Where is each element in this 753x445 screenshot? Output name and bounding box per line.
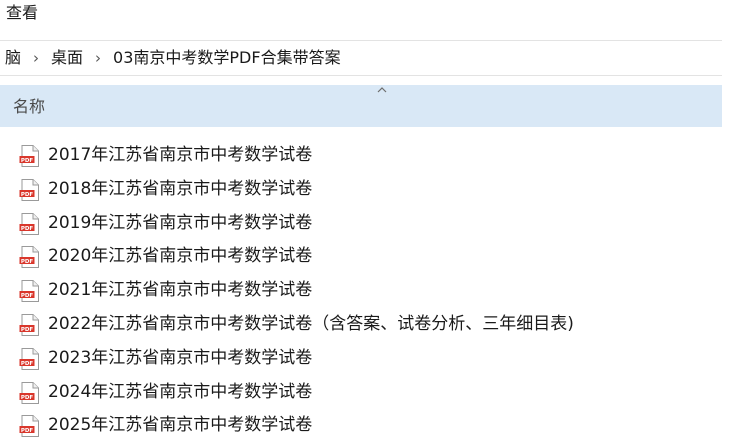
svg-text:PDF: PDF: [21, 361, 34, 367]
svg-text:PDF: PDF: [21, 394, 34, 400]
file-name: 2021年江苏省南京市中考数学试卷: [48, 280, 313, 301]
file-row[interactable]: PDF 2025年江苏省南京市中考数学试卷: [0, 408, 722, 442]
svg-text:PDF: PDF: [21, 192, 34, 198]
pdf-file-icon: PDF: [19, 246, 40, 269]
file-name: 2023年江苏省南京市中考数学试卷: [48, 347, 313, 368]
menu-bar: 查看: [0, 0, 753, 30]
chevron-right-icon[interactable]: ›: [21, 49, 51, 67]
file-row[interactable]: PDF 2024年江苏省南京市中考数学试卷: [0, 375, 722, 409]
file-name: 2019年江苏省南京市中考数学试卷: [48, 212, 313, 233]
pdf-file-icon: PDF: [19, 415, 40, 438]
svg-text:PDF: PDF: [21, 327, 34, 333]
menu-view[interactable]: 查看: [6, 3, 38, 23]
file-name: 2017年江苏省南京市中考数学试卷: [48, 145, 313, 165]
file-list: PDF 2017年江苏省南京市中考数学试卷 PDF 2018年江苏省南京市中考数学试卷…: [0, 138, 722, 442]
file-name: 2022年江苏省南京市中考数学试卷（含答案、试卷分析、三年细目表): [48, 313, 574, 334]
file-row[interactable]: PDF 2017年江苏省南京市中考数学试卷: [0, 138, 722, 172]
svg-text:PDF: PDF: [21, 225, 34, 231]
pdf-file-icon: PDF: [19, 381, 40, 404]
breadcrumb[interactable]: 脑 › 桌面 › 03南京中考数学PDF合集带答案: [0, 40, 722, 76]
svg-text:PDF: PDF: [21, 259, 34, 265]
file-name: 2018年江苏省南京市中考数学试卷: [48, 178, 313, 199]
svg-text:PDF: PDF: [21, 158, 34, 164]
pdf-file-icon: PDF: [19, 347, 40, 370]
breadcrumb-item-desktop[interactable]: 桌面: [51, 48, 83, 68]
svg-text:PDF: PDF: [21, 293, 34, 299]
file-name: 2024年江苏省南京市中考数学试卷: [48, 381, 313, 402]
file-row[interactable]: PDF 2022年江苏省南京市中考数学试卷（含答案、试卷分析、三年细目表): [0, 307, 722, 341]
sort-ascending-icon: [377, 87, 387, 93]
column-header-bar: 名称: [0, 85, 722, 127]
file-row[interactable]: PDF 2023年江苏省南京市中考数学试卷: [0, 341, 722, 375]
pdf-file-icon: PDF: [19, 313, 40, 336]
file-row[interactable]: PDF 2021年江苏省南京市中考数学试卷: [0, 273, 722, 307]
file-name: 2020年江苏省南京市中考数学试卷: [48, 246, 313, 267]
pdf-file-icon: PDF: [19, 145, 40, 167]
pdf-file-icon: PDF: [19, 212, 40, 235]
file-name: 2025年江苏省南京市中考数学试卷: [48, 415, 313, 436]
file-row[interactable]: PDF 2018年江苏省南京市中考数学试卷: [0, 172, 722, 206]
file-row[interactable]: PDF 2019年江苏省南京市中考数学试卷: [0, 206, 722, 240]
column-header-name[interactable]: 名称: [13, 97, 45, 117]
chevron-right-icon[interactable]: ›: [83, 49, 113, 67]
svg-text:PDF: PDF: [21, 428, 34, 434]
pdf-file-icon: PDF: [19, 280, 40, 303]
pdf-file-icon: PDF: [19, 178, 40, 201]
breadcrumb-item-computer[interactable]: 脑: [5, 48, 21, 68]
file-row[interactable]: PDF 2020年江苏省南京市中考数学试卷: [0, 239, 722, 273]
breadcrumb-item-folder[interactable]: 03南京中考数学PDF合集带答案: [113, 48, 341, 68]
